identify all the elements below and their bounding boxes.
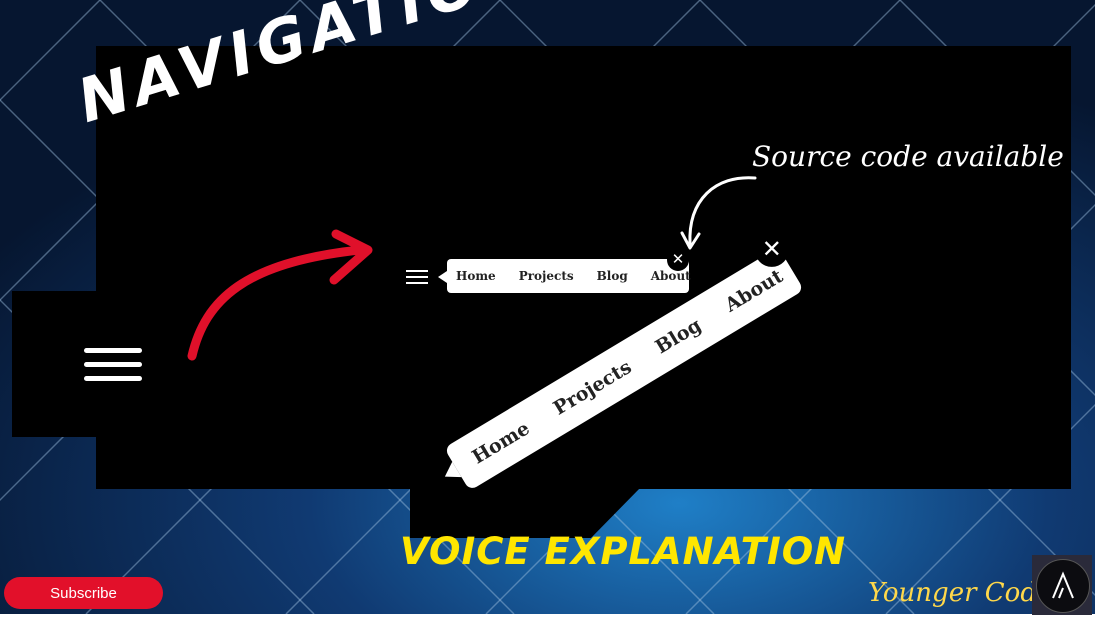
channel-logo-icon[interactable] [1032, 555, 1092, 615]
hamburger-icon-large[interactable] [84, 348, 142, 390]
nav-link-projects[interactable]: Projects [519, 269, 574, 283]
close-icon-large[interactable]: ✕ [754, 232, 789, 267]
hamburger-icon[interactable] [406, 270, 428, 288]
nav-link-about[interactable]: About [651, 269, 691, 283]
close-icon[interactable]: ✕ [667, 249, 689, 271]
navigation-menu-small: Home Projects Blog About [438, 259, 691, 293]
voice-explanation-label: VOICE EXPLANATION [400, 530, 847, 573]
nav-link-blog[interactable]: Blog [597, 269, 628, 283]
source-code-note: Source code available [752, 140, 1064, 173]
nav-link-blog-large[interactable]: Blog [652, 314, 706, 358]
subscribe-button[interactable]: Subscribe [4, 577, 163, 609]
nav-link-home[interactable]: Home [456, 269, 496, 283]
